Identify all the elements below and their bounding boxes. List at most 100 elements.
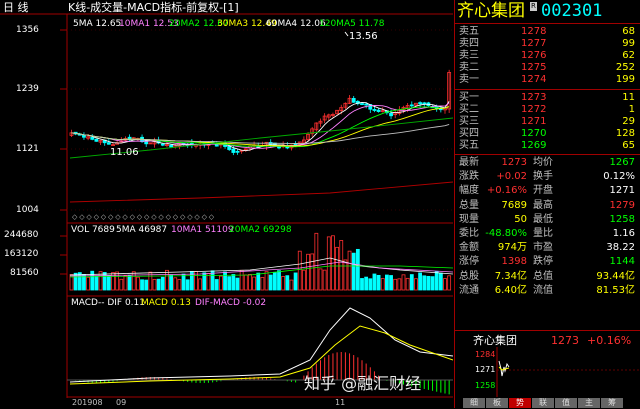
- volume-bar: [310, 253, 315, 291]
- volume-bar: [397, 278, 402, 291]
- volume-bar: [318, 268, 323, 291]
- stock-name[interactable]: 齐心集团: [457, 3, 525, 20]
- volume-bar: [94, 275, 99, 291]
- row-label: 卖一: [459, 74, 479, 85]
- info-marker: ◇: [86, 213, 92, 221]
- quote-label: 均价: [533, 157, 553, 168]
- volume-bar: [297, 250, 302, 291]
- quote-label: 金额: [459, 242, 479, 254]
- quote-value: 1271: [609, 185, 635, 197]
- bid-row[interactable]: 买一 1273 11: [455, 92, 640, 103]
- row-label: 卖四: [459, 38, 479, 49]
- volume-bar: [214, 279, 219, 291]
- bid-row[interactable]: 买三 1271 29: [455, 116, 640, 127]
- candle-body: [422, 102, 427, 105]
- quote-label: 总值: [533, 270, 553, 282]
- info-marker: ◇: [180, 213, 186, 221]
- panel-tab[interactable]: 势: [509, 398, 531, 408]
- info-marker: ◇: [72, 213, 78, 221]
- panel-tab[interactable]: 筹: [601, 398, 623, 408]
- chart-canvas[interactable]: ◇ ◇ ◇ ◇ ◇ ◇ ◇ ◇ ◇ ◇ ◇ ◇ ◇ ◇ ◇ ◇ ◇ ◇ ◇ ◇: [0, 0, 453, 408]
- volume-bar: [405, 277, 410, 291]
- volume-bar: [322, 269, 327, 291]
- row-volume: 11: [622, 92, 635, 103]
- volume-bar: [268, 274, 273, 291]
- ask-row[interactable]: 卖二 1275 252: [455, 62, 640, 73]
- info-marker: ◇: [151, 213, 157, 221]
- watermark: 知乎 @融汇财经: [304, 374, 422, 393]
- high-pointer: [344, 31, 349, 37]
- date-label: 11: [335, 398, 346, 407]
- row-volume: 29: [622, 116, 635, 127]
- row-price: 1278: [521, 26, 547, 37]
- candle-body: [90, 136, 95, 140]
- bid-row[interactable]: 买二 1272 1: [455, 104, 640, 115]
- quote-value: -48.80%: [485, 228, 527, 239]
- volume-bar: [343, 259, 348, 291]
- row-price: 1275: [521, 62, 547, 73]
- quote-row: 委比 -48.80% 量比 1.16: [455, 228, 640, 239]
- ask-row[interactable]: 卖三 1276 62: [455, 50, 640, 61]
- chart-area[interactable]: ◇ ◇ ◇ ◇ ◇ ◇ ◇ ◇ ◇ ◇ ◇ ◇ ◇ ◇ ◇ ◇ ◇ ◇ ◇ ◇ 日 线 K线-成交量-MACD指标-前…: [0, 0, 453, 408]
- volume-bar: [131, 271, 136, 291]
- volume-bar: [384, 274, 389, 291]
- ma-legend-item: 60MA4 12.06: [266, 19, 326, 29]
- row-price: 1269: [521, 140, 547, 151]
- panel-tab[interactable]: 细: [463, 398, 485, 408]
- volume-bar: [106, 275, 111, 291]
- vol-label-max: 244680: [4, 230, 39, 240]
- candle-body: [160, 143, 165, 146]
- macd-legend-item: MACD 0.13: [141, 298, 191, 308]
- panel-tab[interactable]: 值: [555, 398, 577, 408]
- row-volume: 1: [628, 104, 635, 115]
- quote-label: 市盈: [533, 242, 553, 254]
- margin-badge: R: [530, 2, 537, 11]
- volume-bar: [206, 273, 211, 291]
- volume-bar: [422, 275, 427, 291]
- quote-value: 1279: [609, 199, 635, 211]
- quote-value: 0.12%: [603, 171, 635, 183]
- volume-bar: [181, 273, 186, 291]
- y-label-1356: 1356: [16, 25, 39, 35]
- volume-bar: [393, 278, 398, 291]
- mini-intraday-chart[interactable]: 齐心集团 1273 +0.16% 1284 1271 1258 细板势联值主筹: [455, 330, 640, 408]
- info-marker: ◇: [202, 213, 208, 221]
- quote-label: 涨跌: [459, 171, 479, 183]
- quote-label: 涨停: [459, 256, 479, 268]
- volume-bar: [123, 275, 128, 291]
- panel-tabs: 细板势联值主筹: [463, 398, 624, 408]
- info-marker: ◇: [144, 213, 150, 221]
- quote-value: 974万: [497, 242, 527, 254]
- info-marker: ◇: [130, 213, 136, 221]
- bid-row[interactable]: 买四 1270 128: [455, 128, 640, 139]
- volume-bar: [380, 278, 385, 291]
- period-label[interactable]: 日 线: [3, 2, 29, 13]
- quote-label: 幅度: [459, 185, 479, 197]
- volume-bar: [135, 276, 140, 291]
- candle-body: [364, 103, 369, 106]
- candle-body: [94, 138, 99, 142]
- volume-bar: [389, 275, 393, 291]
- bid-row[interactable]: 买五 1269 65: [455, 140, 640, 151]
- volume-bar: [235, 277, 240, 291]
- volume-bar: [248, 274, 252, 291]
- quote-row: 金额 974万 市盈 38.22: [455, 242, 640, 253]
- vol-legend-item: VOL 7689: [71, 225, 115, 235]
- quote-panel: 齐心集团 R 002301 卖五 1278 68 卖四 1277 99 卖三 1276 62 卖二…: [454, 0, 640, 408]
- row-price: 1273: [521, 92, 547, 103]
- panel-tab[interactable]: 板: [486, 398, 508, 408]
- candle-body: [82, 134, 86, 138]
- ask-row[interactable]: 卖五 1278 68: [455, 26, 640, 37]
- stock-code[interactable]: 002301: [541, 3, 602, 20]
- quote-row: 现量 50 最低 1258: [455, 214, 640, 225]
- info-marker: ◇: [166, 213, 172, 221]
- panel-tab[interactable]: 主: [578, 398, 600, 408]
- ask-row[interactable]: 卖四 1277 99: [455, 38, 640, 49]
- quote-value: 1258: [609, 213, 635, 225]
- ask-row[interactable]: 卖一 1274 199: [455, 74, 640, 85]
- vol-legend-item: 5MA 46987: [116, 225, 168, 235]
- info-marker: ◇: [173, 213, 179, 221]
- volume-bar: [289, 279, 294, 291]
- panel-tab[interactable]: 联: [532, 398, 554, 408]
- row-label: 买二: [459, 104, 479, 115]
